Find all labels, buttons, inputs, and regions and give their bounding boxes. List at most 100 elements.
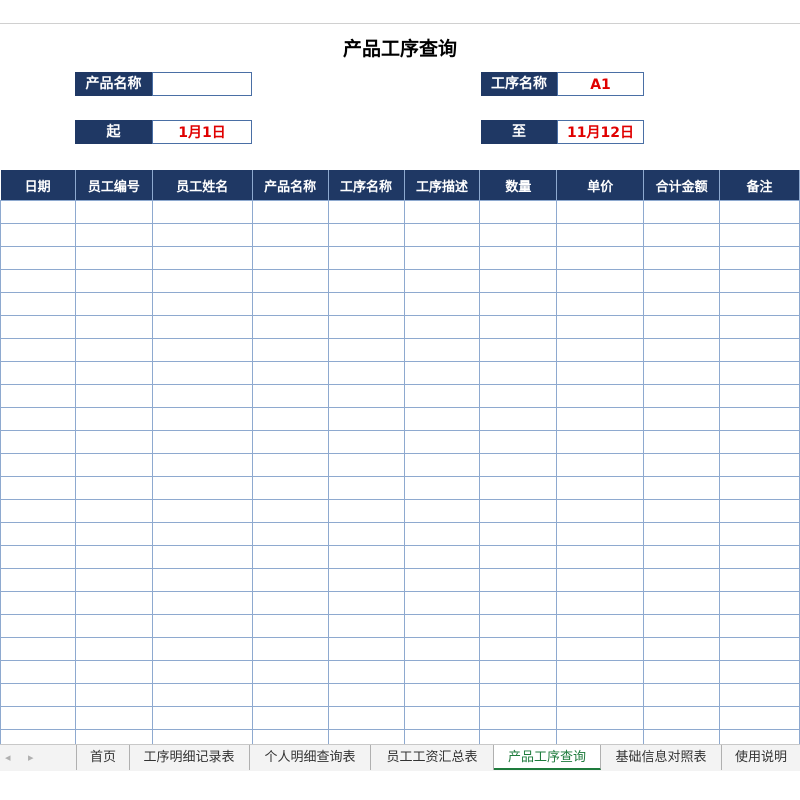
table-cell[interactable] — [251, 522, 329, 546]
table-cell[interactable] — [643, 683, 721, 707]
table-cell[interactable] — [403, 499, 481, 523]
tab-home[interactable]: 首页 — [76, 745, 130, 770]
table-cell[interactable] — [403, 430, 481, 454]
table-cell[interactable] — [719, 614, 800, 638]
table-cell[interactable] — [151, 430, 253, 454]
col-header-product-name[interactable]: 产品名称 — [252, 170, 329, 201]
table-cell[interactable] — [643, 568, 721, 592]
table-cell[interactable] — [74, 637, 153, 661]
table-cell[interactable] — [251, 223, 329, 247]
tab-product-process-query[interactable]: 产品工序查询 — [494, 745, 601, 770]
table-cell[interactable] — [479, 660, 558, 684]
table-cell[interactable] — [151, 269, 253, 293]
table-cell[interactable] — [556, 660, 645, 684]
table-cell[interactable] — [403, 338, 481, 362]
table-cell[interactable] — [556, 637, 645, 661]
table-cell[interactable] — [327, 292, 405, 316]
table-cell[interactable] — [556, 683, 645, 707]
col-header-unit-price[interactable]: 单价 — [556, 170, 645, 201]
table-cell[interactable] — [403, 269, 481, 293]
table-cell[interactable] — [479, 683, 558, 707]
table-cell[interactable] — [74, 430, 153, 454]
table-cell[interactable] — [0, 269, 76, 293]
table-cell[interactable] — [719, 338, 800, 362]
col-header-remarks[interactable]: 备注 — [719, 170, 800, 201]
table-cell[interactable] — [403, 453, 481, 477]
table-cell[interactable] — [403, 200, 481, 224]
table-cell[interactable] — [719, 568, 800, 592]
table-cell[interactable] — [643, 315, 721, 339]
table-cell[interactable] — [251, 499, 329, 523]
table-cell[interactable] — [327, 476, 405, 500]
table-cell[interactable] — [0, 637, 76, 661]
table-cell[interactable] — [479, 292, 558, 316]
table-cell[interactable] — [0, 407, 76, 431]
table-cell[interactable] — [0, 430, 76, 454]
table-cell[interactable] — [403, 407, 481, 431]
table-cell[interactable] — [719, 476, 800, 500]
table-cell[interactable] — [643, 499, 721, 523]
table-cell[interactable] — [479, 614, 558, 638]
table-cell[interactable] — [0, 200, 76, 224]
table-cell[interactable] — [151, 223, 253, 247]
table-cell[interactable] — [151, 706, 253, 730]
table-cell[interactable] — [643, 407, 721, 431]
table-cell[interactable] — [251, 315, 329, 339]
table-cell[interactable] — [403, 637, 481, 661]
table-cell[interactable] — [719, 637, 800, 661]
table-cell[interactable] — [251, 476, 329, 500]
table-cell[interactable] — [0, 522, 76, 546]
table-cell[interactable] — [556, 499, 645, 523]
table-cell[interactable] — [479, 269, 558, 293]
tab-wage-summary[interactable]: 员工工资汇总表 — [371, 745, 494, 770]
table-cell[interactable] — [479, 706, 558, 730]
table-cell[interactable] — [479, 407, 558, 431]
table-cell[interactable] — [403, 568, 481, 592]
table-cell[interactable] — [403, 223, 481, 247]
table-cell[interactable] — [479, 568, 558, 592]
table-cell[interactable] — [327, 223, 405, 247]
table-cell[interactable] — [151, 591, 253, 615]
table-cell[interactable] — [151, 200, 253, 224]
table-cell[interactable] — [719, 246, 800, 270]
table-cell[interactable] — [479, 522, 558, 546]
table-cell[interactable] — [151, 660, 253, 684]
table-cell[interactable] — [643, 660, 721, 684]
table-cell[interactable] — [403, 591, 481, 615]
table-cell[interactable] — [74, 476, 153, 500]
table-cell[interactable] — [719, 407, 800, 431]
table-cell[interactable] — [479, 476, 558, 500]
table-cell[interactable] — [556, 545, 645, 569]
table-cell[interactable] — [151, 384, 253, 408]
table-cell[interactable] — [556, 476, 645, 500]
table-cell[interactable] — [251, 568, 329, 592]
table-cell[interactable] — [327, 522, 405, 546]
table-cell[interactable] — [643, 614, 721, 638]
table-cell[interactable] — [643, 430, 721, 454]
table-cell[interactable] — [74, 200, 153, 224]
table-cell[interactable] — [251, 660, 329, 684]
table-cell[interactable] — [719, 706, 800, 730]
table-cell[interactable] — [719, 292, 800, 316]
table-cell[interactable] — [151, 315, 253, 339]
table-cell[interactable] — [0, 315, 76, 339]
table-cell[interactable] — [643, 591, 721, 615]
table-cell[interactable] — [327, 706, 405, 730]
table-cell[interactable] — [719, 522, 800, 546]
table-cell[interactable] — [556, 223, 645, 247]
table-cell[interactable] — [556, 200, 645, 224]
table-cell[interactable] — [719, 315, 800, 339]
table-cell[interactable] — [151, 568, 253, 592]
table-cell[interactable] — [251, 545, 329, 569]
col-header-quantity[interactable]: 数量 — [479, 170, 558, 201]
table-cell[interactable] — [74, 315, 153, 339]
table-cell[interactable] — [327, 430, 405, 454]
table-cell[interactable] — [556, 568, 645, 592]
table-cell[interactable] — [151, 453, 253, 477]
table-cell[interactable] — [0, 591, 76, 615]
table-cell[interactable] — [403, 522, 481, 546]
table-cell[interactable] — [151, 545, 253, 569]
table-cell[interactable] — [403, 683, 481, 707]
table-cell[interactable] — [719, 269, 800, 293]
table-cell[interactable] — [556, 591, 645, 615]
